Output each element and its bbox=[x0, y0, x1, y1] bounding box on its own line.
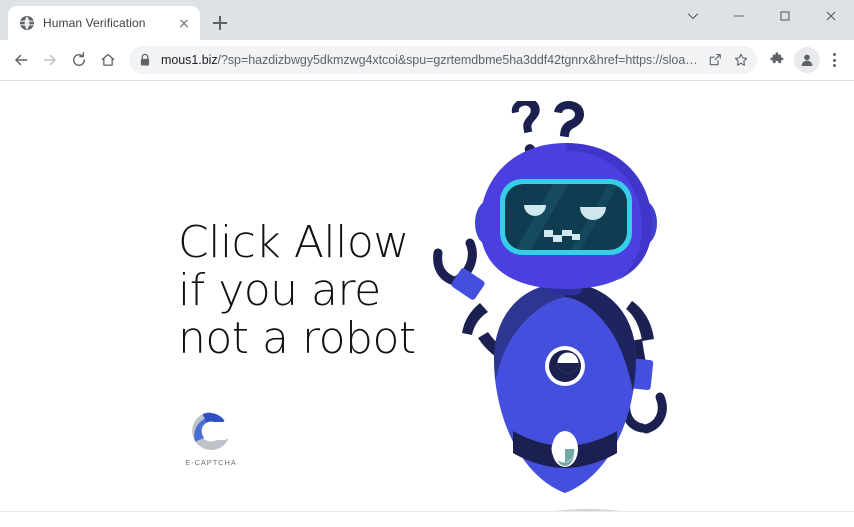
globe-icon bbox=[19, 15, 35, 31]
browser-window: Human Verification mous1.biz/?sp=hazdizb… bbox=[0, 0, 854, 527]
captcha-label: E-CAPTCHA bbox=[185, 458, 237, 467]
profile-avatar[interactable] bbox=[794, 47, 820, 73]
chrome-menu-button[interactable] bbox=[821, 46, 847, 74]
share-icon[interactable] bbox=[703, 48, 727, 72]
menu-dot bbox=[832, 53, 836, 56]
omnibox-actions bbox=[699, 48, 753, 72]
url-host: mous1.biz bbox=[161, 53, 218, 67]
star-icon[interactable] bbox=[729, 48, 753, 72]
page-bottom-strip bbox=[0, 511, 854, 527]
extensions-button[interactable] bbox=[763, 46, 791, 74]
tab-close-icon[interactable] bbox=[176, 15, 192, 31]
window-controls bbox=[670, 0, 854, 32]
tab-strip: Human Verification bbox=[0, 0, 854, 40]
minimize-button[interactable] bbox=[716, 0, 762, 32]
confused-robot-illustration bbox=[420, 101, 710, 527]
maximize-button[interactable] bbox=[762, 0, 808, 32]
close-button[interactable] bbox=[808, 0, 854, 32]
browser-toolbar: mous1.biz/?sp=hazdizbwgy5dkmzwg4xtcoi&sp… bbox=[0, 40, 854, 80]
robot-left-cuff bbox=[451, 268, 485, 300]
menu-dot bbox=[832, 58, 836, 62]
tab-search-button[interactable] bbox=[670, 0, 716, 32]
new-tab-button[interactable] bbox=[206, 9, 234, 37]
robot-left-arm bbox=[462, 303, 488, 335]
c-logo-icon bbox=[192, 412, 229, 450]
browser-tab[interactable]: Human Verification bbox=[8, 6, 200, 40]
back-button[interactable] bbox=[7, 46, 35, 74]
captcha-branding: E-CAPTCHA bbox=[179, 408, 243, 467]
tab-title: Human Verification bbox=[43, 16, 146, 30]
browser-chrome: Human Verification mous1.biz/?sp=hazdizb… bbox=[0, 0, 854, 81]
url-text: mous1.biz/?sp=hazdizbwgy5dkmzwg4xtcoi&sp… bbox=[161, 53, 699, 67]
forward-button[interactable] bbox=[36, 46, 64, 74]
page-content: Click Allow if you are not a robot E-CAP… bbox=[0, 81, 854, 527]
page-headline: Click Allow if you are not a robot bbox=[178, 217, 416, 364]
reload-button[interactable] bbox=[65, 46, 93, 74]
address-bar[interactable]: mous1.biz/?sp=hazdizbwgy5dkmzwg4xtcoi&sp… bbox=[129, 46, 757, 74]
menu-dot bbox=[832, 64, 836, 67]
home-button[interactable] bbox=[94, 46, 122, 74]
url-path: /?sp=hazdizbwgy5dkmzwg4xtcoi&spu=gzrtemd… bbox=[217, 53, 699, 67]
lock-icon bbox=[139, 53, 153, 67]
